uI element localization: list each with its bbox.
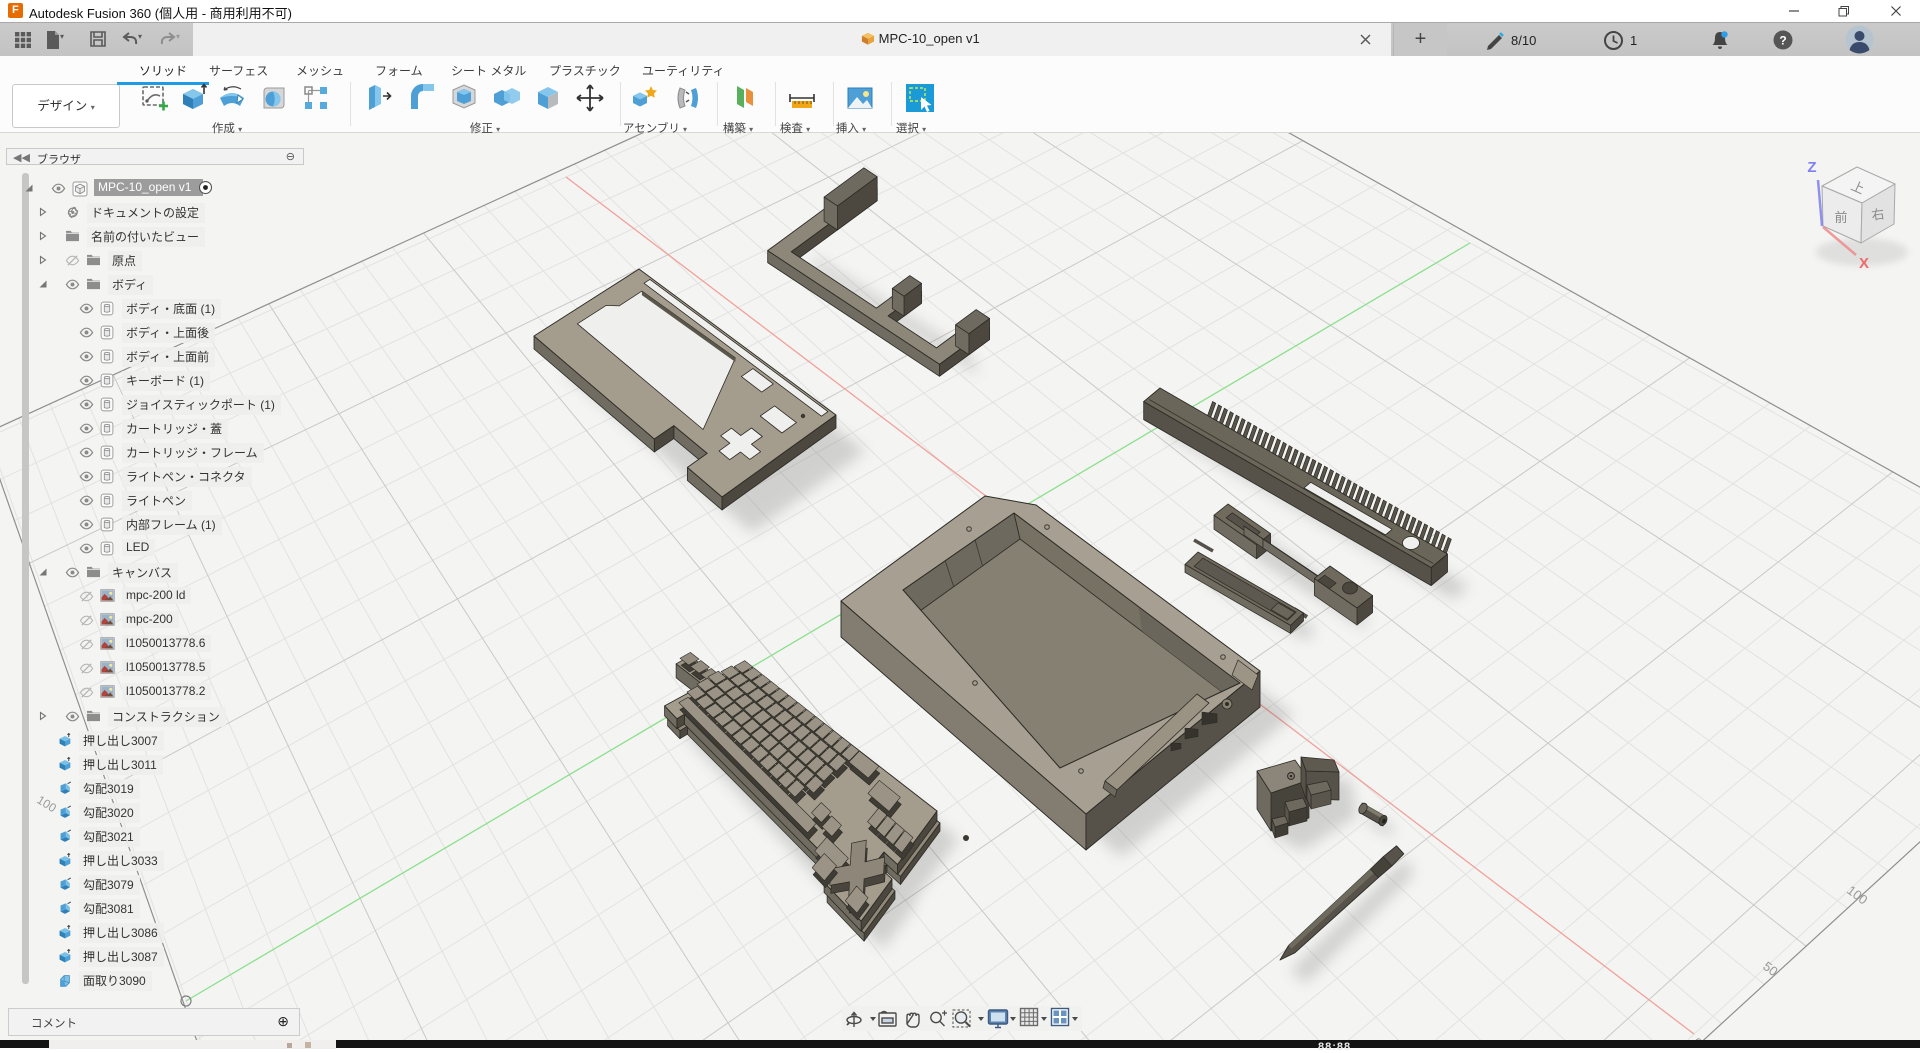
svg-text:X: X [1859, 255, 1869, 272]
svg-text:?: ? [1779, 34, 1786, 48]
svg-text:Z: Z [1807, 159, 1816, 176]
svg-text:右: 右 [1870, 206, 1885, 223]
svg-text:前: 前 [1834, 210, 1847, 225]
